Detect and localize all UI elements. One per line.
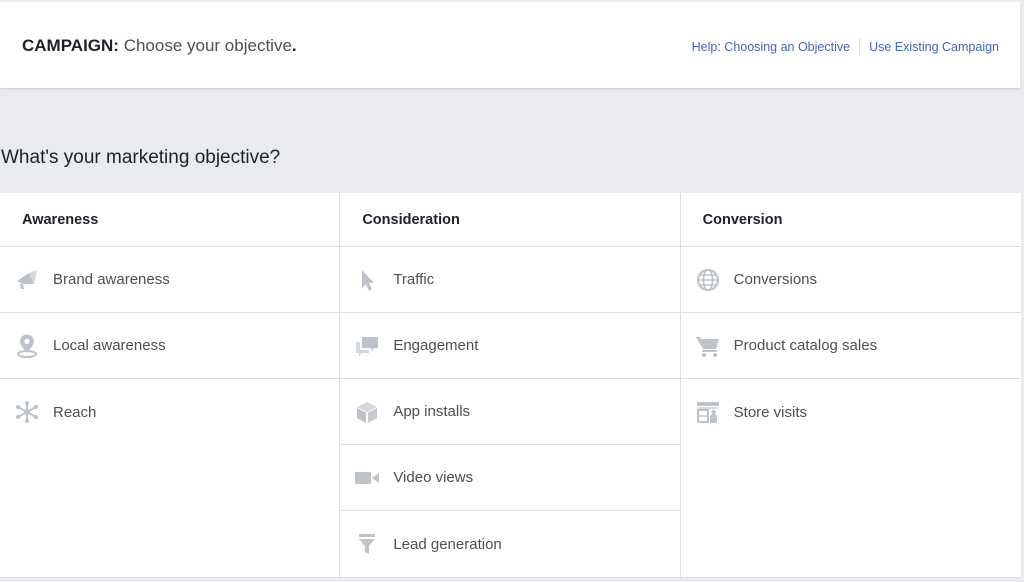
title-punctuation: . <box>291 36 297 55</box>
campaign-header: CAMPAIGN: Choose your objective. Help: C… <box>0 2 1020 89</box>
column-heading-consideration: Consideration <box>340 193 680 247</box>
megaphone-icon <box>14 267 40 293</box>
objective-lead-generation[interactable]: Lead generation <box>340 511 679 577</box>
help-choosing-objective-link[interactable]: Help: Choosing an Objective <box>692 39 850 55</box>
objective-engagement[interactable]: Engagement <box>340 313 680 379</box>
objective-label: Video views <box>393 469 474 486</box>
objective-app-installs[interactable]: App installs <box>340 379 680 445</box>
objective-video-views[interactable]: Video views <box>340 445 680 511</box>
column-consideration: Consideration Traffic Engagement App ins… <box>340 193 681 577</box>
page-title: CAMPAIGN: Choose your objective. <box>22 35 297 57</box>
asterisk-burst-icon <box>14 399 40 425</box>
objective-label: Brand awareness <box>53 271 170 288</box>
objective-brand-awareness[interactable]: Brand awareness <box>0 247 340 313</box>
objective-grid: Awareness Brand awareness Local awarenes… <box>0 193 1021 578</box>
title-text: Choose your objective <box>123 36 292 55</box>
column-awareness: Awareness Brand awareness Local awarenes… <box>0 193 341 577</box>
objective-label: Reach <box>53 403 97 421</box>
chat-bubbles-icon <box>354 333 380 359</box>
objective-store-visits[interactable]: Store visits <box>681 379 1021 445</box>
objective-reach[interactable]: Reach <box>0 379 339 445</box>
use-existing-campaign-link[interactable]: Use Existing Campaign <box>869 39 999 55</box>
objective-label: Lead generation <box>393 535 502 553</box>
objective-label: App installs <box>393 403 471 420</box>
funnel-icon <box>354 531 380 557</box>
objective-product-catalog-sales[interactable]: Product catalog sales <box>680 313 1021 379</box>
column-conversion: Conversion Conversions Product catalog s… <box>680 193 1021 577</box>
column-heading-awareness: Awareness <box>0 193 340 247</box>
shopping-cart-icon <box>695 333 721 359</box>
objective-question: What's your marketing objective? <box>1 147 281 168</box>
objective-local-awareness[interactable]: Local awareness <box>0 313 340 379</box>
package-box-icon <box>354 399 380 425</box>
globe-icon <box>695 267 721 293</box>
video-camera-icon <box>354 465 380 491</box>
objective-label: Engagement <box>393 337 479 354</box>
location-pin-icon <box>14 333 40 359</box>
objective-conversions[interactable]: Conversions <box>680 247 1021 313</box>
objective-label: Product catalog sales <box>733 337 878 354</box>
objective-label: Local awareness <box>53 337 166 354</box>
title-label: CAMPAIGN: <box>22 36 119 55</box>
header-links: Help: Choosing an Objective Use Existing… <box>692 38 999 56</box>
objective-label: Store visits <box>733 403 808 421</box>
column-heading-conversion: Conversion <box>680 193 1021 247</box>
storefront-icon <box>695 399 721 425</box>
objective-label: Conversions <box>733 271 818 288</box>
objective-label: Traffic <box>393 271 435 288</box>
link-divider <box>859 38 861 56</box>
cursor-arrow-icon <box>354 267 380 293</box>
objective-traffic[interactable]: Traffic <box>340 247 680 313</box>
